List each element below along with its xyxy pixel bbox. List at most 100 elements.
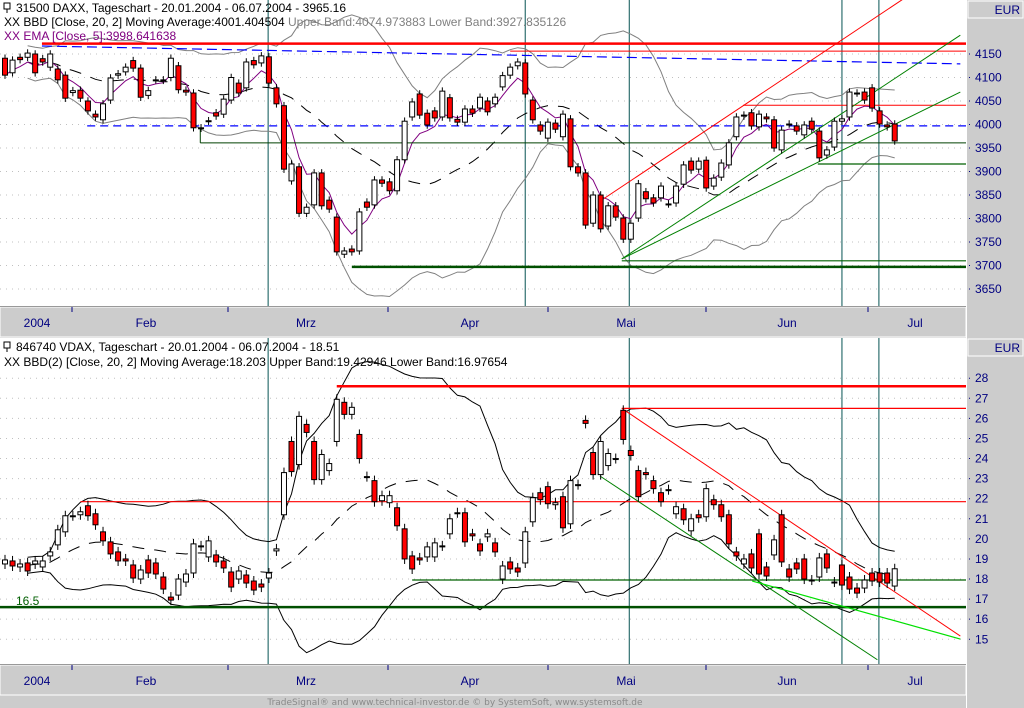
candle-body	[854, 92, 861, 95]
bottom-candle	[461, 507, 468, 547]
bottom-ytick-label: 16	[975, 612, 989, 626]
bottom-ytick-label: 17	[975, 592, 989, 606]
top-candle	[673, 182, 680, 207]
top-ytick-label: 3850	[975, 188, 1002, 202]
candle-body	[401, 528, 408, 560]
candle-body	[710, 499, 717, 506]
candle-body	[401, 120, 408, 161]
candle-body	[311, 440, 318, 481]
bottom-month-label: Jun	[777, 674, 796, 688]
top-month-label: Mai	[616, 316, 635, 330]
candle-body	[854, 587, 861, 594]
bottom-ytick-label: 18	[975, 572, 989, 586]
bottom-bbd-legend[interactable]: XX BBD(2) [Close, 20, 2] Moving Average:…	[4, 355, 508, 369]
bottom-ytick-label: 25	[975, 431, 989, 445]
candle-body	[597, 194, 604, 230]
bottom-candle	[371, 475, 378, 507]
candle-body	[469, 533, 476, 537]
candle-body	[9, 59, 16, 74]
candle-body	[296, 166, 303, 214]
candle-body	[627, 222, 634, 240]
candle-body	[273, 548, 280, 552]
candle-body	[544, 486, 551, 505]
candle-body	[371, 179, 378, 206]
candle-body	[160, 79, 167, 82]
bottom-candle	[529, 492, 536, 527]
candle-body	[552, 502, 559, 506]
bottom-ytick-label: 21	[975, 512, 989, 526]
candle-body	[582, 172, 589, 226]
bottom-candle	[311, 436, 318, 485]
candle-body	[130, 564, 137, 579]
top-candle	[559, 110, 566, 141]
top-candle	[725, 139, 732, 169]
candle-body	[303, 423, 310, 433]
chart-canvas[interactable]: EUR EUR 3650 3700 3750 3800 3850 3900 3950 4000…	[0, 0, 1024, 708]
candle-body	[77, 511, 84, 516]
candle-body	[424, 546, 431, 558]
candle-body	[869, 572, 876, 582]
candle-body	[250, 580, 257, 591]
candle-body	[356, 211, 363, 252]
candle-body	[688, 160, 695, 171]
top-ema-legend[interactable]: XX EMA [Close, 5]:3998.641638	[4, 29, 176, 43]
candle-body	[130, 60, 137, 69]
candle-body	[152, 79, 159, 82]
candle-body	[831, 581, 838, 584]
bottom-ytick-label: 26	[975, 411, 989, 425]
candle-body	[341, 250, 348, 255]
candle-body	[280, 105, 287, 170]
candle-body	[258, 55, 265, 64]
candle-body	[635, 470, 642, 498]
candle-body	[454, 118, 461, 123]
candle-body	[605, 205, 612, 227]
candle-body	[748, 553, 755, 569]
top-candle	[288, 160, 295, 185]
candle-body	[740, 558, 747, 565]
candle-body	[363, 201, 370, 208]
top-candle	[32, 50, 39, 77]
top-candle	[891, 120, 898, 145]
bottom-candle	[756, 528, 762, 580]
candle-body	[559, 113, 566, 138]
candle-body	[559, 496, 566, 529]
top-bbd-legend[interactable]: XX BBD [Close, 20, 2] Moving Average:400…	[4, 15, 567, 29]
top-candle	[333, 213, 340, 256]
candle-body	[771, 119, 778, 149]
candle-body	[107, 541, 114, 555]
candle-body	[145, 90, 152, 96]
top-candle	[816, 127, 823, 162]
top-candle	[175, 61, 182, 94]
top-bbd-label: XX BBD [Close, 20, 2] Moving Average:400…	[4, 15, 285, 29]
top-candle	[394, 155, 401, 195]
top-month-label: Jun	[777, 316, 796, 330]
bottom-ytick-label: 27	[975, 391, 989, 405]
candle-body	[567, 118, 574, 168]
candle-body	[627, 450, 634, 457]
candle-body	[861, 579, 868, 589]
candle-body	[575, 166, 582, 174]
candle-body	[590, 452, 597, 476]
candle-body	[198, 127, 205, 130]
top-candle	[2, 54, 8, 79]
bottom-month-label: Mai	[616, 674, 635, 688]
candle-body	[84, 100, 91, 112]
candle-body	[642, 472, 649, 476]
candle-body	[688, 518, 695, 532]
candle-body	[69, 90, 76, 94]
top-candle	[544, 118, 551, 142]
bottom-candle	[635, 465, 642, 502]
candle-body	[220, 560, 227, 569]
top-candle	[567, 115, 574, 171]
top-candle	[620, 214, 627, 243]
candle-body	[213, 112, 220, 117]
candle-body	[77, 89, 84, 99]
candle-body	[801, 558, 808, 580]
top-candle	[522, 59, 529, 98]
candle-body	[213, 554, 220, 563]
candle-body	[318, 454, 325, 481]
top-candle	[273, 84, 280, 108]
top-candle	[416, 90, 423, 119]
candle-body	[695, 514, 702, 519]
top-candle	[62, 71, 69, 102]
